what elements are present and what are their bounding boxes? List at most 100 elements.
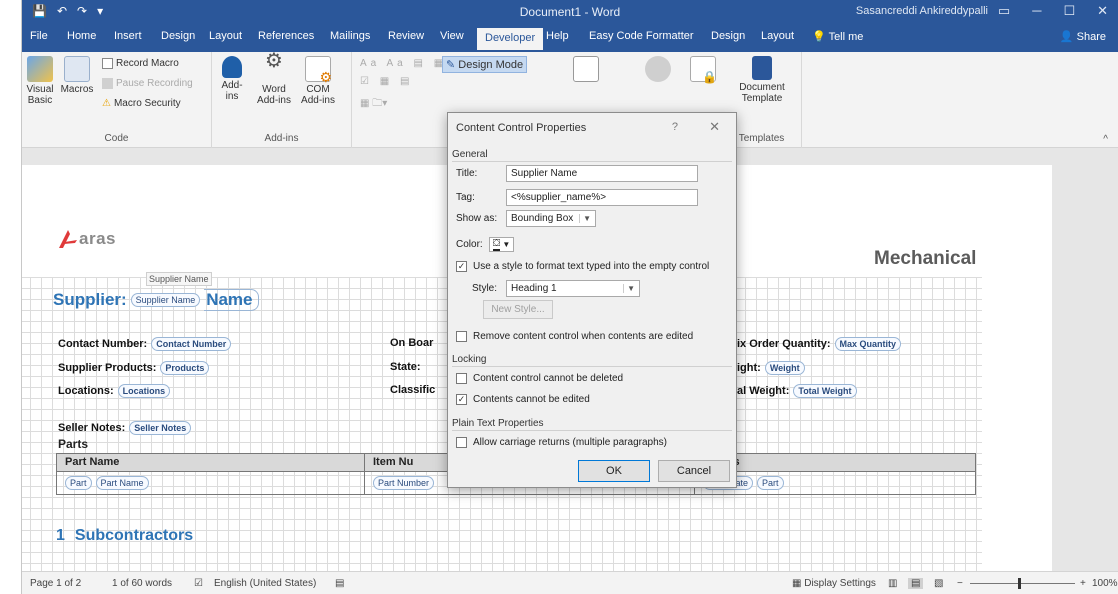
read-mode-icon[interactable]: ▥ — [888, 578, 897, 589]
remove-cc-checkbox[interactable] — [456, 331, 467, 342]
mechanical-heading: Mechanical — [874, 248, 977, 269]
color-picker[interactable]: ⛋ ▼ — [488, 237, 515, 252]
ribbon-group-code: Visual Basic Macros Record Macro Pause R… — [22, 52, 212, 148]
macro-security-button[interactable]: ⚠ Macro Security — [102, 98, 181, 109]
part-control[interactable]: Part — [65, 476, 92, 490]
user-name[interactable]: Sasancreddi Ankireddypalli — [856, 5, 988, 17]
locking-section-label: Locking — [452, 354, 487, 365]
tab-review[interactable]: Review — [388, 30, 424, 42]
cannot-edit-row[interactable]: ✓ Contents cannot be edited — [456, 394, 590, 405]
part-number-control[interactable]: Part Number — [373, 476, 435, 490]
close-window-icon[interactable]: ✕ — [1097, 3, 1108, 19]
pause-recording-button[interactable]: Pause Recording — [102, 78, 193, 89]
part-name-control[interactable]: Part Name — [95, 476, 149, 490]
zoom-out-icon[interactable]: − — [957, 578, 963, 589]
legacy-tools-row[interactable]: ▦ 🗀▾ — [360, 96, 387, 113]
zoom-level[interactable]: 100% — [1092, 578, 1118, 589]
seller-notes-control[interactable]: Seller Notes — [129, 421, 192, 435]
macros-button[interactable]: Macros — [60, 56, 94, 95]
tab-design[interactable]: Design — [161, 30, 195, 42]
document-template-button[interactable]: Document Template — [732, 56, 792, 104]
locking-divider — [452, 366, 732, 367]
ribbon-display-icon[interactable]: ▭ — [998, 3, 1010, 19]
tab-view[interactable]: View — [440, 30, 464, 42]
content-control-title-tab[interactable]: Supplier Name — [146, 272, 212, 286]
zoom-slider-thumb[interactable] — [1018, 578, 1021, 589]
collapse-ribbon-icon[interactable]: ^ — [1103, 134, 1108, 145]
tab-help[interactable]: Help — [546, 30, 569, 42]
max-quantity-control[interactable]: Max Quantity — [834, 337, 902, 351]
display-settings-icon: ▦ — [792, 578, 802, 589]
total-weight-control[interactable]: Total Weight — [793, 384, 857, 398]
tab-layout[interactable]: Layout — [209, 30, 242, 42]
help-icon[interactable]: ? — [672, 121, 678, 133]
close-icon[interactable]: ✕ — [709, 119, 720, 135]
visual-basic-button[interactable]: Visual Basic — [24, 56, 56, 106]
allow-returns-row[interactable]: Allow carriage returns (multiple paragra… — [456, 437, 667, 448]
use-style-checkbox[interactable]: ✓ — [456, 261, 467, 272]
supplier-name-control[interactable]: Supplier Name — [130, 293, 201, 307]
share-button[interactable]: 👤 Share — [1060, 30, 1106, 43]
cancel-button[interactable]: Cancel — [658, 460, 730, 482]
design-mode-icon: ✎ — [446, 59, 456, 71]
tab-insert[interactable]: Insert — [114, 30, 142, 42]
supplier-products-field: Supplier Products: Products — [58, 361, 210, 375]
ok-button[interactable]: OK — [578, 460, 650, 482]
cannot-delete-row[interactable]: Content control cannot be deleted — [456, 373, 623, 384]
word-addins-label: Word Add-ins — [257, 84, 291, 106]
language[interactable]: English (United States) — [214, 578, 316, 589]
page-count[interactable]: Page 1 of 2 — [30, 578, 81, 589]
minimize-icon[interactable]: ─ — [1032, 3, 1041, 19]
allow-returns-checkbox[interactable] — [456, 437, 467, 448]
tab-table-layout[interactable]: Layout — [761, 30, 794, 42]
tab-mailings[interactable]: Mailings — [330, 30, 370, 42]
dialog-title: Content Control Properties — [456, 122, 587, 134]
tab-references[interactable]: References — [258, 30, 314, 42]
zoom-slider[interactable] — [970, 583, 1075, 584]
print-layout-icon[interactable]: ▤ — [908, 578, 924, 589]
word-count[interactable]: 1 of 60 words — [112, 578, 172, 589]
proofing-icon[interactable]: ☑ — [194, 578, 203, 589]
cannot-edit-checkbox[interactable]: ✓ — [456, 394, 467, 405]
addins-label: Add-ins — [221, 80, 243, 102]
part-end-control[interactable]: Part — [757, 476, 784, 490]
show-as-select[interactable]: Bounding Box ▼ — [506, 210, 596, 227]
style-select[interactable]: Heading 1 ▼ — [506, 280, 640, 297]
show-as-label: Show as: — [456, 213, 498, 224]
tab-table-design[interactable]: Design — [711, 30, 745, 42]
heading-text: Subcontractors — [74, 527, 194, 544]
tab-home[interactable]: Home — [67, 30, 96, 42]
maximize-icon[interactable]: ☐ — [1063, 3, 1075, 19]
tab-developer[interactable]: Developer — [477, 28, 544, 50]
supplier-name-control-text[interactable]: Name — [204, 289, 259, 311]
title-input[interactable] — [506, 165, 698, 182]
use-style-row[interactable]: ✓ Use a style to format text typed into … — [456, 261, 709, 272]
text-controls-row[interactable]: Aa Aa ▤ ▦ — [360, 58, 447, 69]
web-layout-icon[interactable]: ▧ — [934, 578, 943, 589]
new-style-button[interactable]: New Style... — [483, 300, 553, 319]
tab-file[interactable]: File — [30, 30, 48, 42]
display-settings[interactable]: ▦ Display Settings — [792, 578, 876, 589]
zoom-in-icon[interactable]: + — [1080, 578, 1086, 589]
design-mode-button[interactable]: ✎ Design Mode — [442, 56, 528, 73]
restrict-editing-button[interactable]: 🔒 — [688, 56, 718, 84]
remove-cc-row[interactable]: Remove content control when contents are… — [456, 331, 693, 342]
macro-record-icon[interactable]: ▤ — [335, 578, 344, 589]
record-macro-label: Record Macro — [116, 58, 179, 69]
tab-tell-me[interactable]: 💡 Tell me — [812, 30, 863, 43]
weight-control[interactable]: Weight — [764, 361, 805, 375]
tab-easy-code-formatter[interactable]: Easy Code Formatter — [589, 30, 694, 42]
new-style-label: New Style... — [491, 304, 545, 315]
record-macro-button[interactable]: Record Macro — [102, 58, 179, 69]
check-controls-row[interactable]: ☑ ▦ ▤ — [360, 76, 413, 87]
addins-button[interactable]: Add-ins — [216, 56, 248, 102]
supplier-products-control[interactable]: Products — [160, 361, 210, 375]
tag-input[interactable] — [506, 189, 698, 206]
protect-button[interactable] — [638, 56, 678, 84]
locations-control[interactable]: Locations — [117, 384, 171, 398]
cannot-delete-checkbox[interactable] — [456, 373, 467, 384]
word-addins-button[interactable]: ⚙ Word Add-ins — [254, 51, 294, 106]
xml-mapping-button[interactable] — [570, 56, 602, 84]
contact-number-control[interactable]: Contact Number — [151, 337, 232, 351]
com-addins-button[interactable]: ⚙ COM Add-ins — [298, 56, 338, 106]
